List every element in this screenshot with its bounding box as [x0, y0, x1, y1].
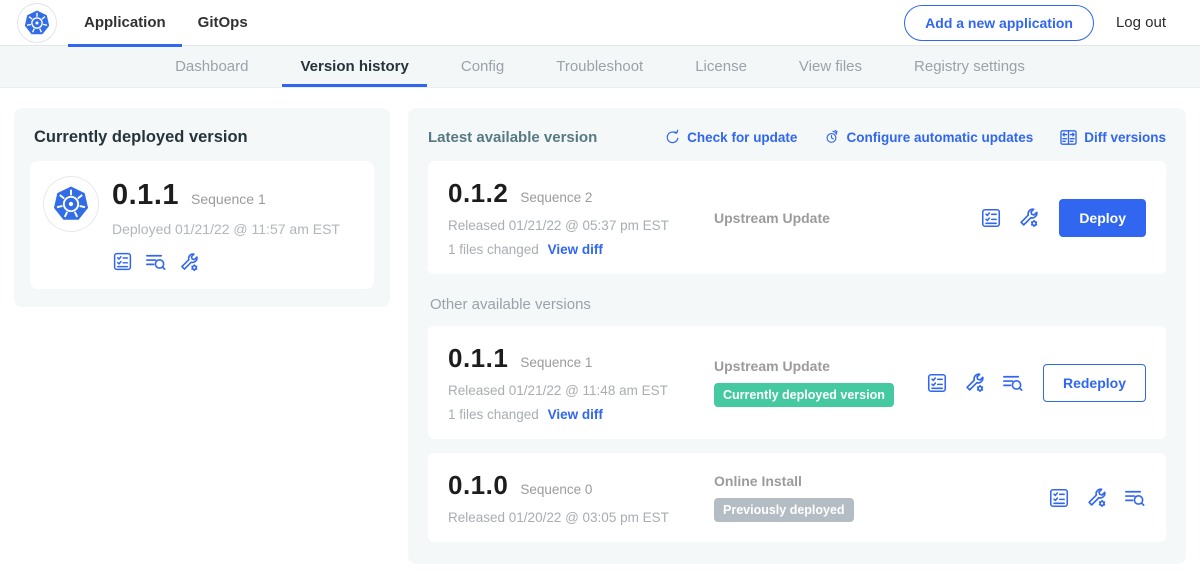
tab-registry-settings[interactable]: Registry settings — [888, 46, 1051, 87]
edit-config-icon[interactable] — [1017, 206, 1040, 229]
version-row-0-1-2: 0.1.2 Sequence 2 Released 01/21/22 @ 05:… — [428, 161, 1166, 274]
version-source-label: Online Install — [714, 473, 1048, 489]
currently-deployed-title: Currently deployed version — [34, 128, 370, 147]
version-source-label: Upstream Update — [714, 358, 926, 374]
version-row-0-1-1: 0.1.1 Sequence 1 Released 01/21/22 @ 11:… — [428, 326, 1166, 439]
sequence-label: Sequence 1 — [520, 355, 592, 370]
view-diff-link[interactable]: View diff — [548, 242, 603, 257]
sequence-label: Sequence 2 — [520, 190, 592, 205]
deploy-logs-icon[interactable] — [144, 250, 167, 273]
sequence-label: Sequence 0 — [520, 482, 592, 497]
tab-config[interactable]: Config — [435, 46, 530, 87]
version-row-0-1-0: 0.1.0 Sequence 0 Released 01/20/22 @ 03:… — [428, 453, 1166, 542]
edit-config-icon[interactable] — [1085, 486, 1108, 509]
header-tab-gitops[interactable]: GitOps — [182, 0, 264, 46]
deployed-version-number: 0.1.1 — [112, 179, 179, 212]
edit-config-icon[interactable] — [178, 251, 200, 273]
version-number: 0.1.0 — [448, 470, 508, 501]
files-changed-label: 1 files changed — [448, 407, 539, 422]
diff-icon — [1059, 128, 1078, 147]
app-subnav: Dashboard Version history Config Trouble… — [0, 46, 1200, 88]
logout-button[interactable]: Log out — [1116, 14, 1166, 31]
currently-deployed-card: Currently deployed version 0.1.1 Sequenc… — [14, 108, 390, 307]
version-history-panel: Latest available version Check for updat… — [408, 108, 1186, 564]
main-content: Currently deployed version 0.1.1 Sequenc… — [0, 88, 1200, 584]
version-number: 0.1.2 — [448, 178, 508, 209]
released-timestamp: Released 01/21/22 @ 05:37 pm EST — [448, 218, 696, 233]
tab-license[interactable]: License — [669, 46, 773, 87]
preflight-checks-icon[interactable] — [1048, 487, 1070, 509]
deploy-logs-icon[interactable] — [1001, 371, 1024, 394]
files-changed-label: 1 files changed — [448, 242, 539, 257]
edit-config-icon[interactable] — [963, 371, 986, 394]
previously-deployed-badge: Previously deployed — [714, 498, 854, 522]
kubernetes-logo — [18, 4, 56, 42]
header-tab-application[interactable]: Application — [68, 0, 182, 46]
version-source-label: Upstream Update — [714, 210, 980, 226]
app-logo — [44, 177, 98, 231]
currently-deployed-badge: Currently deployed version — [714, 383, 894, 407]
deploy-button[interactable]: Deploy — [1059, 199, 1146, 237]
header-tab-application-label: Application — [84, 14, 166, 31]
schedule-update-icon — [823, 129, 840, 146]
deploy-logs-icon[interactable] — [1123, 486, 1146, 509]
deployed-timestamp: Deployed 01/21/22 @ 11:57 am EST — [112, 221, 340, 237]
diff-versions-link[interactable]: Diff versions — [1059, 128, 1166, 147]
preflight-checks-icon[interactable] — [926, 372, 948, 394]
redeploy-button[interactable]: Redeploy — [1043, 364, 1146, 402]
app-header: Application GitOps Add a new application… — [0, 0, 1200, 46]
tab-view-files[interactable]: View files — [773, 46, 888, 87]
other-available-title: Other available versions — [430, 296, 1164, 313]
add-new-application-button[interactable]: Add a new application — [904, 5, 1094, 41]
currently-deployed-version-card: 0.1.1 Sequence 1 Deployed 01/21/22 @ 11:… — [30, 161, 374, 289]
configure-automatic-updates-link[interactable]: Configure automatic updates — [823, 129, 1033, 146]
tab-troubleshoot[interactable]: Troubleshoot — [530, 46, 669, 87]
header-tab-gitops-label: GitOps — [198, 14, 248, 31]
deployed-sequence-label: Sequence 1 — [191, 191, 266, 207]
tab-dashboard[interactable]: Dashboard — [149, 46, 274, 87]
released-timestamp: Released 01/21/22 @ 11:48 am EST — [448, 383, 696, 398]
preflight-checks-icon[interactable] — [112, 251, 133, 272]
released-timestamp: Released 01/20/22 @ 03:05 pm EST — [448, 510, 696, 525]
check-for-update-link[interactable]: Check for update — [664, 129, 797, 146]
tab-version-history[interactable]: Version history — [274, 46, 434, 87]
version-number: 0.1.1 — [448, 343, 508, 374]
latest-available-title: Latest available version — [428, 129, 638, 146]
update-icon — [664, 129, 681, 146]
view-diff-link[interactable]: View diff — [548, 407, 603, 422]
preflight-checks-icon[interactable] — [980, 207, 1002, 229]
